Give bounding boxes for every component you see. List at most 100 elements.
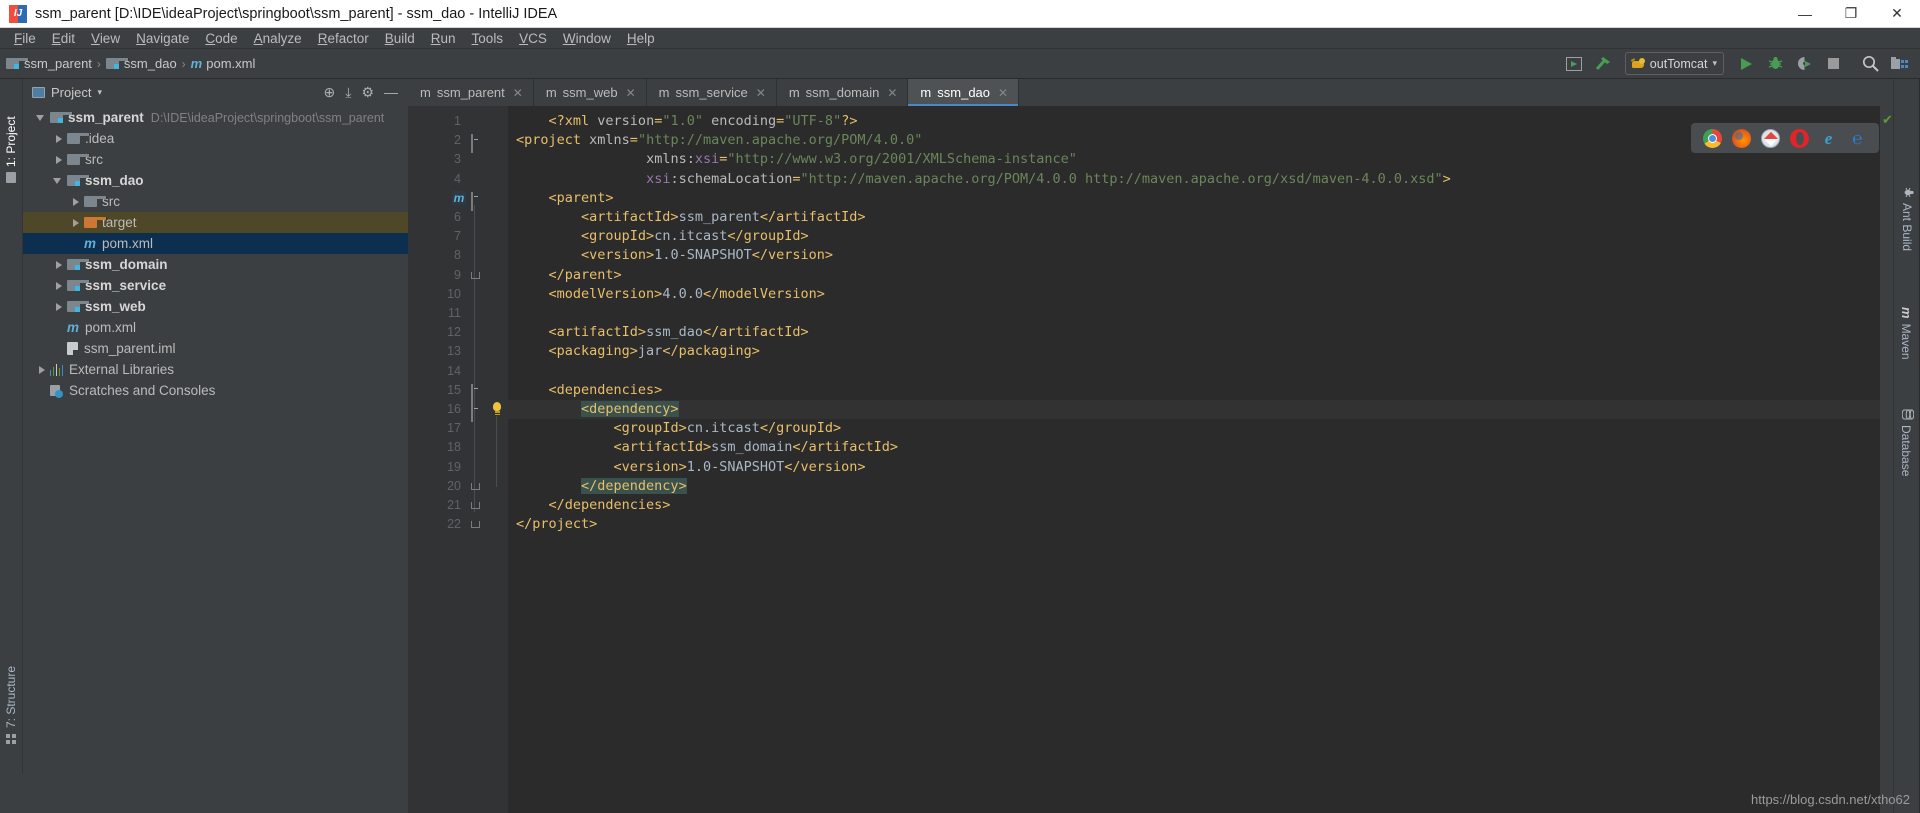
tree-item-external-libraries[interactable]: External Libraries	[23, 359, 408, 380]
project-tree[interactable]: ssm_parent D:\IDE\ideaProject\springboot\…	[23, 105, 408, 813]
close-button[interactable]: ✕	[1874, 0, 1920, 28]
code-line-21[interactable]: </dependencies>	[516, 496, 671, 515]
chevron-right-icon[interactable]	[53, 301, 64, 312]
firefox-icon[interactable]	[1732, 128, 1751, 148]
update-icon[interactable]	[1561, 52, 1587, 76]
code-line-17[interactable]: <groupId>cn.itcast</groupId>	[516, 419, 842, 438]
coverage-icon[interactable]	[1791, 52, 1817, 76]
code-line-16[interactable]: <dependency>	[516, 400, 679, 419]
tree-item-target[interactable]: target	[23, 212, 408, 233]
code-line-6[interactable]: <artifactId>ssm_parent</artifactId>	[516, 208, 866, 227]
fold-toggle-icon[interactable]	[471, 502, 480, 509]
code-line-12[interactable]: <artifactId>ssm_dao</artifactId>	[516, 323, 809, 342]
code-line-2[interactable]: <project xmlns="http://maven.apache.org/…	[516, 131, 922, 150]
code-line-20[interactable]: </dependency>	[516, 477, 687, 496]
rail-item-project[interactable]: 1: Project	[4, 116, 18, 183]
rail-item-structure[interactable]: 7: Structure	[4, 666, 18, 744]
menu-item-analyze[interactable]: Analyze	[246, 28, 310, 49]
tree-item-ssm-dao[interactable]: ssm_dao	[23, 170, 408, 191]
breadcrumb-item-0[interactable]: ssm_parent	[6, 56, 92, 71]
menu-item-view[interactable]: View	[83, 28, 128, 49]
marker-bar[interactable]: ✔	[1880, 106, 1893, 813]
tree-item-scratches-and-consoles[interactable]: Scratches and Consoles	[23, 380, 408, 401]
tree-item--idea[interactable]: .idea	[23, 128, 408, 149]
fold-toggle-icon[interactable]	[471, 271, 480, 279]
search-icon[interactable]	[1857, 52, 1883, 76]
chevron-right-icon[interactable]	[36, 364, 47, 375]
editor-tab-ssm_service[interactable]: m ssm_service ✕	[647, 79, 777, 106]
chevron-down-icon[interactable]: ▾	[97, 87, 102, 98]
code-line-18[interactable]: <artifactId>ssm_domain</artifactId>	[516, 438, 899, 457]
tree-item-src[interactable]: src	[23, 149, 408, 170]
code-line-5[interactable]: <parent>	[516, 189, 614, 208]
menu-item-build[interactable]: Build	[377, 28, 423, 49]
code-line-8[interactable]: <version>1.0-SNAPSHOT</version>	[516, 246, 833, 265]
tree-item-ssm-parent-iml[interactable]: ssm_parent.iml	[23, 338, 408, 359]
code-editor[interactable]: <?xml version="1.0" encoding="UTF-8"?> <p…	[508, 106, 1880, 813]
tree-item-ssm-parent[interactable]: ssm_parent D:\IDE\ideaProject\springboot\…	[23, 107, 408, 128]
stop-icon[interactable]	[1820, 52, 1846, 76]
editor-tab-ssm_domain[interactable]: m ssm_domain ✕	[777, 79, 909, 106]
maximize-button[interactable]: ❐	[1828, 0, 1874, 28]
hammer-icon[interactable]	[1590, 52, 1616, 76]
chevron-down-icon[interactable]	[53, 175, 64, 186]
code-line-7[interactable]: <groupId>cn.itcast</groupId>	[516, 227, 809, 246]
editor-tab-ssm_dao[interactable]: m ssm_dao ✕	[908, 79, 1020, 106]
maven-gutter-icon[interactable]: m	[452, 190, 466, 205]
internet-explorer-icon[interactable]: e	[1819, 129, 1838, 148]
tree-item-ssm-web[interactable]: ssm_web	[23, 296, 408, 317]
chevron-down-icon[interactable]	[36, 112, 47, 123]
tree-item-ssm-domain[interactable]: ssm_domain	[23, 254, 408, 275]
settings-gear-icon[interactable]: ⚙	[361, 84, 374, 101]
debug-icon[interactable]	[1762, 52, 1788, 76]
menu-item-tools[interactable]: Tools	[464, 28, 512, 49]
fold-toggle-icon[interactable]	[471, 521, 480, 529]
menu-item-navigate[interactable]: Navigate	[128, 28, 197, 49]
chevron-right-icon[interactable]	[70, 196, 81, 207]
rail-item-maven[interactable]: m Maven	[1899, 307, 1914, 360]
fold-toggle-icon[interactable]	[471, 134, 482, 154]
chevron-right-icon[interactable]	[53, 133, 64, 144]
fold-gutter[interactable]	[468, 106, 508, 813]
tree-item-pom-xml[interactable]: m pom.xml	[23, 233, 408, 254]
project-structure-icon[interactable]	[1886, 52, 1912, 76]
code-line-9[interactable]: </parent>	[516, 266, 622, 285]
close-icon[interactable]: ✕	[513, 86, 523, 100]
breadcrumb-item-1[interactable]: ssm_dao	[105, 56, 177, 71]
code-line-10[interactable]: <modelVersion>4.0.0</modelVersion>	[516, 285, 825, 304]
menu-item-edit[interactable]: Edit	[44, 28, 83, 49]
editor-tab-ssm_web[interactable]: m ssm_web ✕	[534, 79, 647, 106]
run-configuration-selector[interactable]: outTomcat ▾	[1624, 52, 1724, 75]
menu-item-code[interactable]: Code	[197, 28, 245, 49]
close-icon[interactable]: ✕	[998, 86, 1008, 100]
code-line-22[interactable]: </project>	[516, 515, 597, 534]
collapse-all-icon[interactable]: ⤓	[345, 84, 351, 101]
run-icon[interactable]	[1733, 52, 1759, 76]
tree-item-pom-xml[interactable]: m pom.xml	[23, 317, 408, 338]
code-line-13[interactable]: <packaging>jar</packaging>	[516, 342, 760, 361]
code-line-4[interactable]: xsi:schemaLocation="http://maven.apache.…	[516, 170, 1451, 189]
minimize-button[interactable]: —	[1782, 0, 1828, 28]
tree-item-ssm-service[interactable]: ssm_service	[23, 275, 408, 296]
menu-item-run[interactable]: Run	[423, 28, 464, 49]
rail-item-database[interactable]: Database	[1899, 409, 1915, 476]
editor-tab-ssm_parent[interactable]: m ssm_parent ✕	[408, 79, 534, 106]
code-line-19[interactable]: <version>1.0-SNAPSHOT</version>	[516, 458, 866, 477]
chevron-right-icon[interactable]	[53, 259, 64, 270]
close-icon[interactable]: ✕	[626, 86, 636, 100]
edge-icon[interactable]: ℮	[1848, 129, 1867, 148]
menu-item-window[interactable]: Window	[555, 28, 619, 49]
menu-item-vcs[interactable]: VCS	[511, 28, 555, 49]
safari-icon[interactable]	[1761, 128, 1780, 148]
chevron-right-icon[interactable]	[53, 154, 64, 165]
code-line-15[interactable]: <dependencies>	[516, 381, 663, 400]
intention-bulb-icon[interactable]	[490, 402, 504, 417]
opera-icon[interactable]	[1790, 128, 1809, 148]
close-icon[interactable]: ✕	[756, 86, 766, 100]
menu-item-refactor[interactable]: Refactor	[310, 28, 377, 49]
hide-panel-icon[interactable]: —	[384, 84, 398, 100]
tree-item-src[interactable]: src	[23, 191, 408, 212]
chevron-right-icon[interactable]	[70, 217, 81, 228]
menu-item-file[interactable]: File	[6, 28, 44, 49]
locate-icon[interactable]: ⊕	[324, 84, 336, 101]
